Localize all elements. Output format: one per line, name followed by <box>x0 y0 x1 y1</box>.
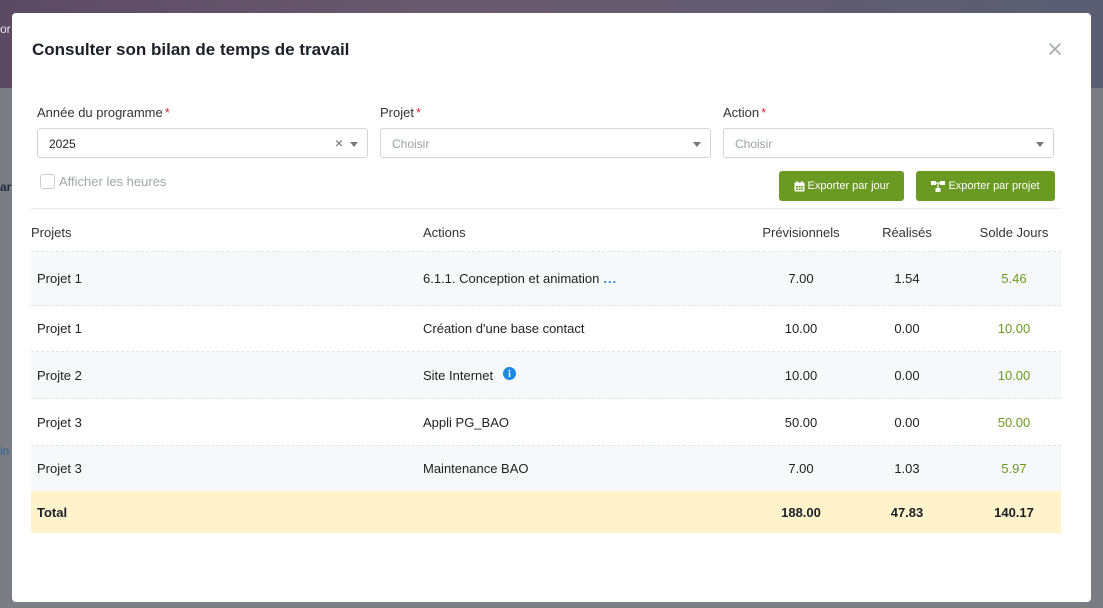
required-marker: * <box>415 105 422 120</box>
table-row: Projet 3 Maintenance BAO 7.00 1.03 5.97 <box>31 446 1061 491</box>
balance-cell: 10.00 <box>997 321 1031 336</box>
action-cell: Appli PG_BAO <box>423 414 509 430</box>
year-select[interactable]: 2025 × <box>37 128 368 158</box>
show-hours-toggle[interactable]: Afficher les heures <box>40 174 166 189</box>
year-select-value: 2025 <box>49 137 76 151</box>
chevron-down-icon <box>693 142 701 147</box>
forecast-cell: 10.00 <box>784 367 818 383</box>
divider <box>31 208 1061 209</box>
modal-title: Consulter son bilan de temps de travail <box>32 40 350 59</box>
action-text: Site Internet <box>423 367 494 383</box>
project-cell: Projte 2 <box>37 367 82 383</box>
action-text: 6.1.1. Conception et animation <box>423 271 600 286</box>
required-marker: * <box>164 105 170 120</box>
time-report-table: Projets Actions Prévisionnels Réalisés S… <box>31 213 1061 533</box>
export-by-day-label: Exporter par jour <box>807 180 890 192</box>
column-header-done: Réalisés <box>882 224 932 240</box>
done-cell: 1.03 <box>894 461 920 476</box>
export-by-project-label: Exporter par projet <box>948 180 1040 192</box>
action-cell: 6.1.1. Conception et animation ... <box>423 252 617 305</box>
required-marker: * <box>761 105 767 120</box>
column-header-projects: Projets <box>31 224 72 240</box>
action-select[interactable]: Choisir <box>723 128 1054 158</box>
column-header-forecast: Prévisionnels <box>762 224 840 240</box>
calendar-icon <box>794 180 805 191</box>
show-hours-label: Afficher les heures <box>59 174 167 189</box>
column-header-actions: Actions <box>423 224 466 240</box>
balance-cell: 10.00 <box>997 367 1031 383</box>
forecast-cell: 50.00 <box>784 414 818 430</box>
total-forecast: 188.00 <box>781 504 821 520</box>
done-cell: 0.00 <box>894 414 920 430</box>
total-balance: 140.17 <box>994 504 1034 520</box>
action-cell: Création d'une base contact <box>423 321 585 336</box>
more-button[interactable]: ... <box>603 271 617 286</box>
export-by-day-button[interactable]: Exporter par jour <box>779 171 904 201</box>
export-by-project-button[interactable]: Exporter par projet <box>916 171 1055 201</box>
column-header-balance: Solde Jours <box>979 224 1049 240</box>
balance-cell: 5.46 <box>1001 271 1027 286</box>
backdrop-text-fragment: or <box>0 22 11 36</box>
show-hours-checkbox[interactable] <box>40 174 55 189</box>
done-cell: 1.54 <box>894 271 920 286</box>
balance-cell: 5.97 <box>1001 461 1027 476</box>
close-icon <box>1049 43 1061 55</box>
close-button[interactable] <box>1046 40 1064 58</box>
work-time-report-modal: Consulter son bilan de temps de travail … <box>12 13 1091 602</box>
project-cell: Projet 3 <box>37 461 82 476</box>
action-select-placeholder: Choisir <box>735 137 773 151</box>
info-icon[interactable] <box>503 367 517 383</box>
total-label: Total <box>37 504 68 520</box>
action-label: Action * <box>723 105 767 120</box>
done-cell: 0.00 <box>894 367 920 383</box>
year-label: Année du programme * <box>37 105 170 120</box>
project-cell: Projet 1 <box>37 321 82 336</box>
backdrop-text-fragment: ar <box>0 180 12 194</box>
done-cell: 0.00 <box>894 321 920 336</box>
table-row: Projet 1 6.1.1. Conception et animation … <box>31 252 1061 306</box>
action-cell: Site Internet <box>423 352 517 398</box>
table-row: Projet 1 Création d'une base contact 10.… <box>31 306 1061 352</box>
total-done: 47.83 <box>890 504 924 520</box>
balance-cell: 50.00 <box>997 414 1031 430</box>
table-row: Projte 2 Site Internet 10.00 0.00 10.00 <box>31 352 1061 399</box>
chevron-down-icon <box>350 142 358 147</box>
backdrop-link-fragment[interactable]: in <box>0 444 9 458</box>
total-row: Total 188.00 47.83 140.17 <box>31 491 1061 533</box>
chevron-down-icon <box>1036 142 1044 147</box>
project-cell: Projet 1 <box>37 271 82 286</box>
clear-icon[interactable]: × <box>335 135 343 151</box>
table-row: Projet 3 Appli PG_BAO 50.00 0.00 50.00 <box>31 399 1061 446</box>
forecast-cell: 7.00 <box>788 461 814 476</box>
project-cell: Projet 3 <box>37 414 82 430</box>
project-label: Projet * <box>380 105 422 120</box>
forecast-cell: 7.00 <box>788 271 814 286</box>
project-select-placeholder: Choisir <box>392 137 430 151</box>
action-cell: Maintenance BAO <box>423 461 529 476</box>
table-header: Projets Actions Prévisionnels Réalisés S… <box>31 213 1061 252</box>
project-select[interactable]: Choisir <box>380 128 711 158</box>
sitemap-icon <box>931 180 946 192</box>
forecast-cell: 10.00 <box>784 321 818 336</box>
